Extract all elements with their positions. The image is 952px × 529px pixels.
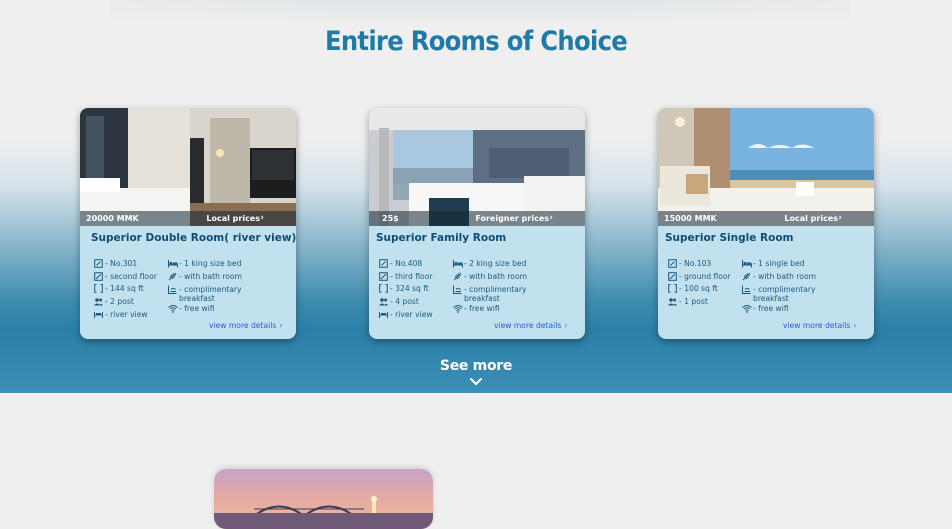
area-bracket-icon: [668, 284, 677, 293]
price-type-link[interactable]: Foreigner prices: [475, 214, 549, 223]
people-icon: [379, 298, 388, 306]
wifi-icon: [168, 305, 178, 313]
bed-icon: [742, 260, 752, 268]
room-photo: [369, 108, 585, 226]
chevron-right-icon: ›: [279, 321, 283, 330]
breakfast-icon: [453, 285, 462, 294]
room-card-3[interactable]: 15000 MMK Local prices › Superior Single…: [658, 108, 874, 339]
price-amount: 15000 MMK: [664, 214, 717, 223]
wifi-icon: [453, 305, 463, 313]
floor-icon: [379, 272, 388, 281]
price-amount: 20000 MMK: [86, 214, 139, 223]
price-amount: 25$: [382, 214, 399, 223]
room-photo: [658, 108, 874, 226]
bath-icon: [453, 272, 462, 281]
chevron-right-icon: ›: [853, 321, 857, 330]
people-icon: [94, 298, 103, 306]
people-icon: [668, 298, 677, 306]
floor-icon: [668, 272, 677, 281]
breakfast-icon: [168, 285, 177, 294]
area-bracket-icon: [379, 284, 388, 293]
room-name: Superior Double Room( river view): [91, 232, 296, 244]
chevron-down-icon[interactable]: [469, 377, 483, 386]
chevron-right-icon: ›: [260, 213, 264, 223]
destination-card[interactable]: [214, 469, 433, 529]
chevron-right-icon: ›: [549, 213, 553, 223]
floor-icon: [94, 272, 103, 281]
view-more-details-link[interactable]: view more details ›: [783, 321, 856, 330]
bridge-photo: [214, 496, 433, 529]
room-name: Superior Single Room: [665, 232, 794, 244]
room-photo: [80, 108, 296, 226]
section-title: Entire Rooms of Choice: [324, 26, 628, 57]
breakfast-icon: [742, 285, 751, 294]
room-card-2[interactable]: 25$ Foreigner prices › Superior Family R…: [369, 108, 585, 339]
rooms-section: Entire Rooms of Choice 20000 MMK Local p…: [0, 0, 952, 393]
price-bar[interactable]: 15000 MMK Local prices ›: [658, 211, 874, 226]
bed-icon: [453, 260, 463, 268]
area-bracket-icon: [94, 284, 103, 293]
chevron-right-icon: ›: [564, 321, 568, 330]
chevron-right-icon: ›: [838, 213, 842, 223]
bath-icon: [742, 272, 751, 281]
price-bar[interactable]: 25$ Foreigner prices ›: [369, 211, 585, 226]
room-name: Superior Family Room: [376, 232, 507, 244]
price-bar[interactable]: 20000 MMK Local prices ›: [80, 211, 296, 226]
bed-icon: [168, 260, 178, 268]
door-number-icon: [668, 259, 677, 268]
see-more-button[interactable]: See more: [0, 358, 952, 374]
view-more-details-link[interactable]: view more details ›: [209, 321, 282, 330]
wifi-icon: [742, 305, 752, 313]
door-number-icon: [94, 259, 103, 268]
top-glow: [110, 0, 850, 20]
door-number-icon: [379, 259, 388, 268]
view-icon: [94, 312, 103, 318]
price-type-link[interactable]: Local prices: [784, 214, 838, 223]
view-icon: [379, 312, 388, 318]
room-card-1[interactable]: 20000 MMK Local prices › Superior Double…: [80, 108, 296, 339]
view-more-details-link[interactable]: view more details ›: [494, 321, 567, 330]
bath-icon: [168, 272, 177, 281]
price-type-link[interactable]: Local prices: [206, 214, 260, 223]
